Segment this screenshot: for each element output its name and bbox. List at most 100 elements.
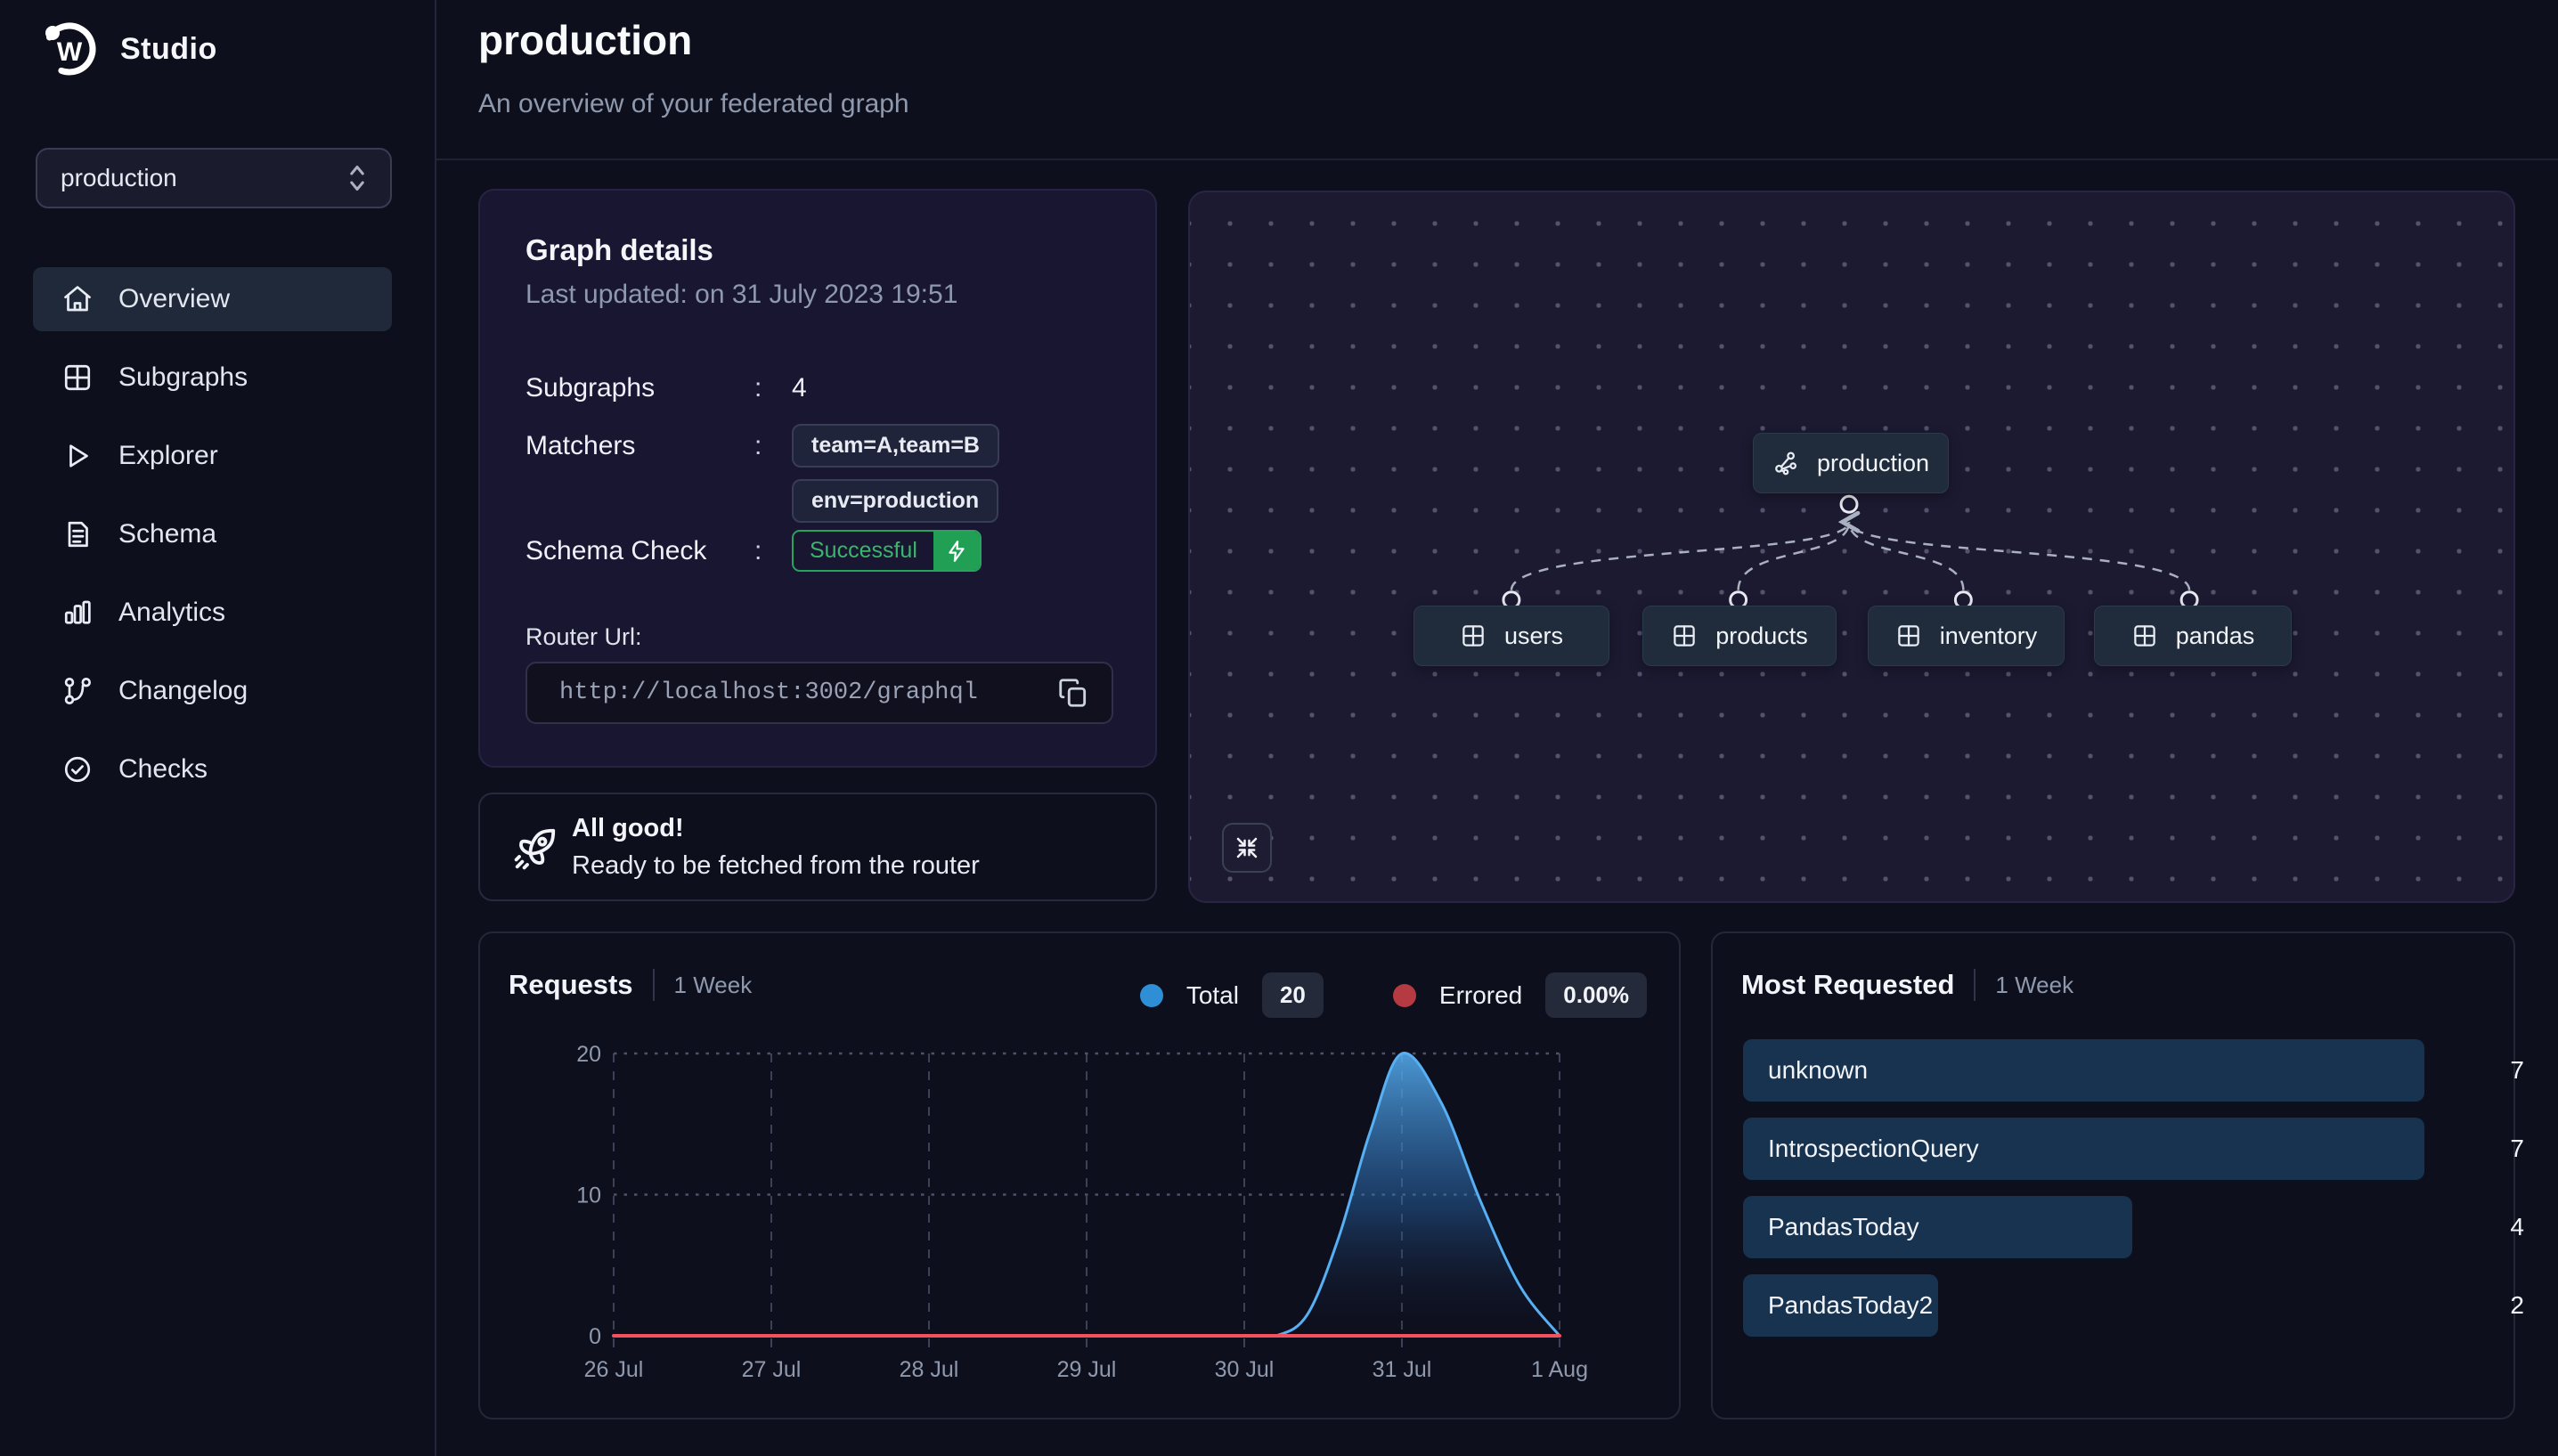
table-icon (1671, 622, 1698, 649)
svg-text:31 Jul: 31 Jul (1373, 1357, 1432, 1382)
status-card: All good! Ready to be fetched from the r… (478, 793, 1157, 901)
requests-area-chart: 0102026 Jul27 Jul28 Jul29 Jul30 Jul31 Ju… (480, 933, 1682, 1421)
sidebar-item-explorer[interactable]: Explorer (33, 424, 392, 488)
most-requested-row[interactable]: PandasToday 4 (1743, 1196, 2492, 1258)
status-subtitle: Ready to be fetched from the router (572, 851, 980, 881)
git-branch-icon (61, 675, 94, 707)
operation-name: IntrospectionQuery (1768, 1118, 1979, 1180)
network-icon (1772, 450, 1799, 476)
sidebar-item-label: Subgraphs (118, 362, 248, 393)
sidebar-item-checks[interactable]: Checks (33, 737, 392, 801)
sidebar-item-label: Overview (118, 284, 230, 314)
graph-node-root[interactable]: production (1753, 433, 1949, 493)
sidebar-item-label: Explorer (118, 441, 218, 471)
status-title: All good! (572, 814, 684, 843)
subgraphs-label: Subgraphs (525, 373, 754, 403)
table-icon (1460, 622, 1487, 649)
graph-node-users[interactable]: users (1413, 606, 1609, 666)
svg-text:26 Jul: 26 Jul (584, 1357, 644, 1382)
schema-check-row: Schema Check : Successful (525, 530, 982, 572)
requests-panel: Requests 1 Week Total 20 Errored 0.00% 0… (478, 931, 1681, 1419)
home-icon (61, 283, 94, 315)
graph-details-card: Graph details Last updated: on 31 July 2… (478, 189, 1157, 768)
most-requested-row[interactable]: PandasToday2 2 (1743, 1274, 2492, 1337)
check-circle-icon (61, 753, 94, 785)
wundergraph-logo-icon: W (40, 20, 99, 78)
operation-name: PandasToday2 (1768, 1274, 1933, 1337)
most-requested-row[interactable]: unknown 7 (1743, 1039, 2492, 1102)
brand[interactable]: W Studio (40, 20, 217, 78)
sidebar-item-schema[interactable]: Schema (33, 502, 392, 566)
svg-text:0: 0 (589, 1324, 601, 1349)
sidebar-item-analytics[interactable]: Analytics (33, 581, 392, 645)
colon: : (754, 431, 792, 461)
graph-node-products[interactable]: products (1642, 606, 1837, 666)
rocket-icon (511, 825, 559, 873)
matchers-row: Matchers : team=A,team=B (525, 424, 999, 468)
colon: : (754, 536, 792, 566)
graph-node-label: production (1817, 450, 1929, 477)
sidebar-item-label: Checks (118, 754, 208, 785)
table-icon (2131, 622, 2158, 649)
graph-node-inventory[interactable]: inventory (1868, 606, 2065, 666)
subgraphs-row: Subgraphs : 4 (525, 373, 807, 403)
minimize-icon (1234, 834, 1260, 861)
svg-text:10: 10 (576, 1184, 601, 1208)
matchers-row-2: env=production (525, 479, 998, 523)
svg-text:20: 20 (576, 1042, 601, 1067)
operation-count: 4 (2471, 1196, 2524, 1258)
page-header: production An overview of your federated… (436, 0, 2558, 160)
chevron-up-down-icon (344, 161, 371, 195)
schema-check-status-badge: Successful (792, 530, 982, 572)
svg-text:30 Jul: 30 Jul (1215, 1357, 1275, 1382)
router-url-value: http://localhost:3002/graphql (559, 679, 978, 706)
bar-chart-icon (61, 597, 94, 629)
graph-node-label: pandas (2176, 622, 2255, 650)
graph-selector[interactable]: production (36, 148, 392, 208)
brand-name: Studio (120, 32, 217, 67)
operation-count: 7 (2471, 1039, 2524, 1102)
page-subtitle: An overview of your federated graph (478, 89, 909, 119)
most-requested-row[interactable]: IntrospectionQuery 7 (1743, 1118, 2492, 1180)
document-icon (61, 518, 94, 550)
sidebar: W Studio production Overview Subgraphs E… (0, 0, 436, 1456)
sidebar-item-label: Changelog (118, 676, 248, 706)
play-icon (61, 440, 94, 472)
operation-name: unknown (1768, 1039, 1868, 1102)
graph-details-last-updated: Last updated: on 31 July 2023 19:51 (525, 280, 957, 310)
graph-node-label: inventory (1940, 622, 2038, 650)
schema-check-status-text: Successful (794, 532, 933, 570)
sidebar-item-changelog[interactable]: Changelog (33, 659, 392, 723)
svg-text:28 Jul: 28 Jul (900, 1357, 959, 1382)
sidebar-item-subgraphs[interactable]: Subgraphs (33, 346, 392, 410)
lightning-icon (933, 532, 980, 570)
router-url-field[interactable]: http://localhost:3002/graphql (525, 662, 1113, 724)
graph-node-label: products (1715, 622, 1808, 650)
matcher-badge: env=production (792, 479, 998, 523)
matchers-label: Matchers (525, 431, 754, 461)
svg-text:1 Aug: 1 Aug (1531, 1357, 1588, 1382)
federated-graph-canvas[interactable]: production users products inventory pand… (1188, 191, 2515, 903)
schema-check-label: Schema Check (525, 536, 754, 566)
sidebar-item-label: Analytics (118, 598, 225, 628)
operation-name: PandasToday (1768, 1196, 1919, 1258)
copy-icon[interactable] (1056, 676, 1090, 710)
divider (1974, 969, 1976, 1001)
svg-text:W: W (57, 37, 83, 67)
sidebar-item-label: Schema (118, 519, 216, 549)
matcher-badge: team=A,team=B (792, 424, 999, 468)
graph-edges (1190, 192, 2513, 901)
graph-node-pandas[interactable]: pandas (2094, 606, 2292, 666)
sidebar-item-overview[interactable]: Overview (33, 267, 392, 331)
most-requested-title: Most Requested (1741, 969, 1954, 1001)
most-requested-panel: Most Requested 1 Week unknown 7 Introspe… (1711, 931, 2515, 1419)
operation-count: 2 (2471, 1274, 2524, 1337)
operation-count: 7 (2471, 1118, 2524, 1180)
fit-view-button[interactable] (1222, 823, 1272, 873)
subgraphs-value: 4 (792, 373, 807, 403)
most-requested-period: 1 Week (1995, 972, 2073, 999)
graph-node-label: users (1504, 622, 1563, 650)
grid-icon (61, 362, 94, 394)
page-title: production (478, 16, 692, 64)
router-url-label: Router Url: (525, 623, 642, 651)
